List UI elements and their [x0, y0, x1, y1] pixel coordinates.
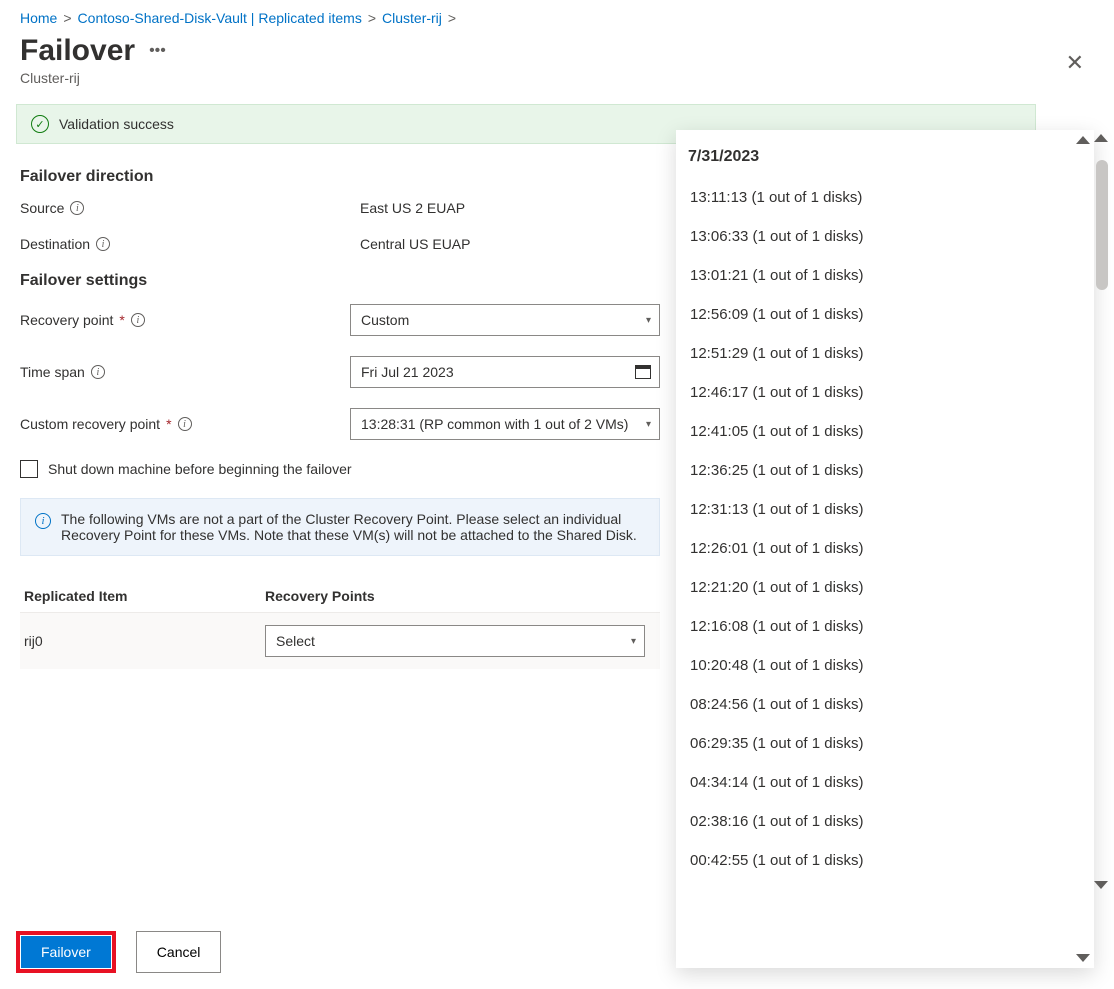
calendar-icon — [635, 365, 651, 379]
recovery-point-option[interactable]: 12:31:13 (1 out of 1 disks) — [686, 490, 1084, 529]
breadcrumb-item[interactable]: Cluster-rij — [382, 10, 442, 26]
highlight-box: Failover — [16, 931, 116, 973]
required-mark: * — [166, 416, 171, 432]
custom-rp-select[interactable]: 13:28:31 (RP common with 1 out of 2 VMs)… — [350, 408, 660, 440]
breadcrumb-sep: > — [63, 10, 71, 26]
source-value: East US 2 EUAP — [360, 200, 660, 216]
scroll-down-icon[interactable] — [1094, 881, 1108, 889]
recovery-point-label: Recovery point — [20, 312, 113, 328]
scroll-up-icon[interactable] — [1076, 136, 1090, 144]
breadcrumb-sep: > — [368, 10, 376, 26]
section-failover-settings: Failover settings — [20, 272, 660, 290]
flyout-date-header: 7/31/2023 — [686, 144, 1084, 178]
chevron-down-icon: ▾ — [646, 315, 651, 326]
recovery-point-option[interactable]: 12:36:25 (1 out of 1 disks) — [686, 451, 1084, 490]
section-failover-direction: Failover direction — [20, 168, 660, 186]
time-span-label: Time span — [20, 364, 85, 380]
recovery-point-option[interactable]: 06:29:35 (1 out of 1 disks) — [686, 724, 1084, 763]
table-header-item: Replicated Item — [20, 588, 265, 604]
recovery-point-option[interactable]: 12:51:29 (1 out of 1 disks) — [686, 334, 1084, 373]
breadcrumb-vault[interactable]: Contoso-Shared-Disk-Vault | Replicated i… — [78, 10, 362, 26]
close-icon[interactable]: ✕ — [1066, 50, 1084, 76]
recovery-point-option[interactable]: 10:20:48 (1 out of 1 disks) — [686, 646, 1084, 685]
info-icon[interactable]: i — [91, 365, 105, 379]
failover-button[interactable]: Failover — [21, 936, 111, 968]
required-mark: * — [119, 312, 124, 328]
recovery-point-option[interactable]: 00:42:55 (1 out of 1 disks) — [686, 841, 1084, 880]
chevron-down-icon: ▾ — [631, 636, 636, 647]
status-text: Validation success — [59, 116, 174, 132]
cancel-button[interactable]: Cancel — [136, 931, 222, 973]
table-row: rij0 Select ▾ — [20, 613, 660, 669]
recovery-point-option[interactable]: 12:41:05 (1 out of 1 disks) — [686, 412, 1084, 451]
breadcrumb-sep: > — [448, 10, 456, 26]
recovery-point-option[interactable]: 08:24:56 (1 out of 1 disks) — [686, 685, 1084, 724]
info-icon[interactable]: i — [96, 237, 110, 251]
recovery-point-option[interactable]: 12:16:08 (1 out of 1 disks) — [686, 607, 1084, 646]
checkmark-icon: ✓ — [31, 115, 49, 133]
recovery-point-option[interactable]: 13:11:13 (1 out of 1 disks) — [686, 178, 1084, 217]
info-icon[interactable]: i — [70, 201, 84, 215]
row-recovery-point-select[interactable]: Select ▾ — [265, 625, 645, 657]
shutdown-checkbox[interactable] — [20, 460, 38, 478]
recovery-point-dropdown[interactable]: 7/31/202313:11:13 (1 out of 1 disks)13:0… — [676, 130, 1094, 968]
time-span-input[interactable]: Fri Jul 21 2023 — [350, 356, 660, 388]
recovery-point-option[interactable]: 12:56:09 (1 out of 1 disks) — [686, 295, 1084, 334]
source-label: Source — [20, 200, 64, 216]
destination-value: Central US EUAP — [360, 236, 660, 252]
info-banner: i The following VMs are not a part of th… — [20, 498, 660, 556]
time-span-value: Fri Jul 21 2023 — [361, 364, 454, 380]
info-banner-text: The following VMs are not a part of the … — [61, 511, 645, 543]
custom-rp-label: Custom recovery point — [20, 416, 160, 432]
more-menu-icon[interactable]: ••• — [149, 42, 166, 60]
custom-rp-value: 13:28:31 (RP common with 1 out of 2 VMs) — [361, 416, 628, 432]
recovery-point-option[interactable]: 02:38:16 (1 out of 1 disks) — [686, 802, 1084, 841]
page-title: Failover — [20, 34, 135, 68]
recovery-point-option[interactable]: 13:06:33 (1 out of 1 disks) — [686, 217, 1084, 256]
recovery-point-value: Custom — [361, 312, 409, 328]
recovery-point-option[interactable]: 12:21:20 (1 out of 1 disks) — [686, 568, 1084, 607]
replicated-item-name: rij0 — [20, 633, 265, 649]
table-header-rp: Recovery Points — [265, 588, 660, 604]
scroll-down-icon[interactable] — [1076, 954, 1090, 962]
scroll-up-icon[interactable] — [1094, 134, 1108, 142]
destination-label: Destination — [20, 236, 90, 252]
row-rp-value: Select — [276, 633, 315, 649]
recovery-point-option[interactable]: 12:26:01 (1 out of 1 disks) — [686, 529, 1084, 568]
recovery-point-option[interactable]: 13:01:21 (1 out of 1 disks) — [686, 256, 1084, 295]
page-subtitle: Cluster-rij — [20, 70, 660, 86]
recovery-point-option[interactable]: 04:34:14 (1 out of 1 disks) — [686, 763, 1084, 802]
info-icon[interactable]: i — [131, 313, 145, 327]
scrollbar-thumb[interactable] — [1096, 160, 1108, 290]
replicated-items-table: Replicated Item Recovery Points rij0 Sel… — [20, 580, 660, 669]
recovery-point-option[interactable]: 12:46:17 (1 out of 1 disks) — [686, 373, 1084, 412]
recovery-point-select[interactable]: Custom ▾ — [350, 304, 660, 336]
breadcrumb-home[interactable]: Home — [20, 10, 57, 26]
chevron-down-icon: ▾ — [646, 419, 651, 430]
info-icon: i — [35, 513, 51, 529]
breadcrumb: Home > Contoso-Shared-Disk-Vault | Repli… — [20, 10, 660, 26]
shutdown-label: Shut down machine before beginning the f… — [48, 461, 352, 477]
info-icon[interactable]: i — [178, 417, 192, 431]
